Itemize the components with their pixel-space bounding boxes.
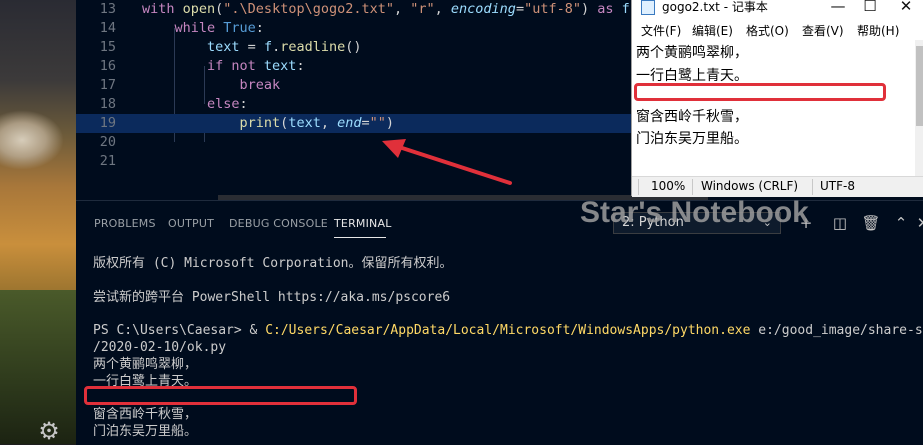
watermark: Star's Notebook xyxy=(580,196,809,229)
